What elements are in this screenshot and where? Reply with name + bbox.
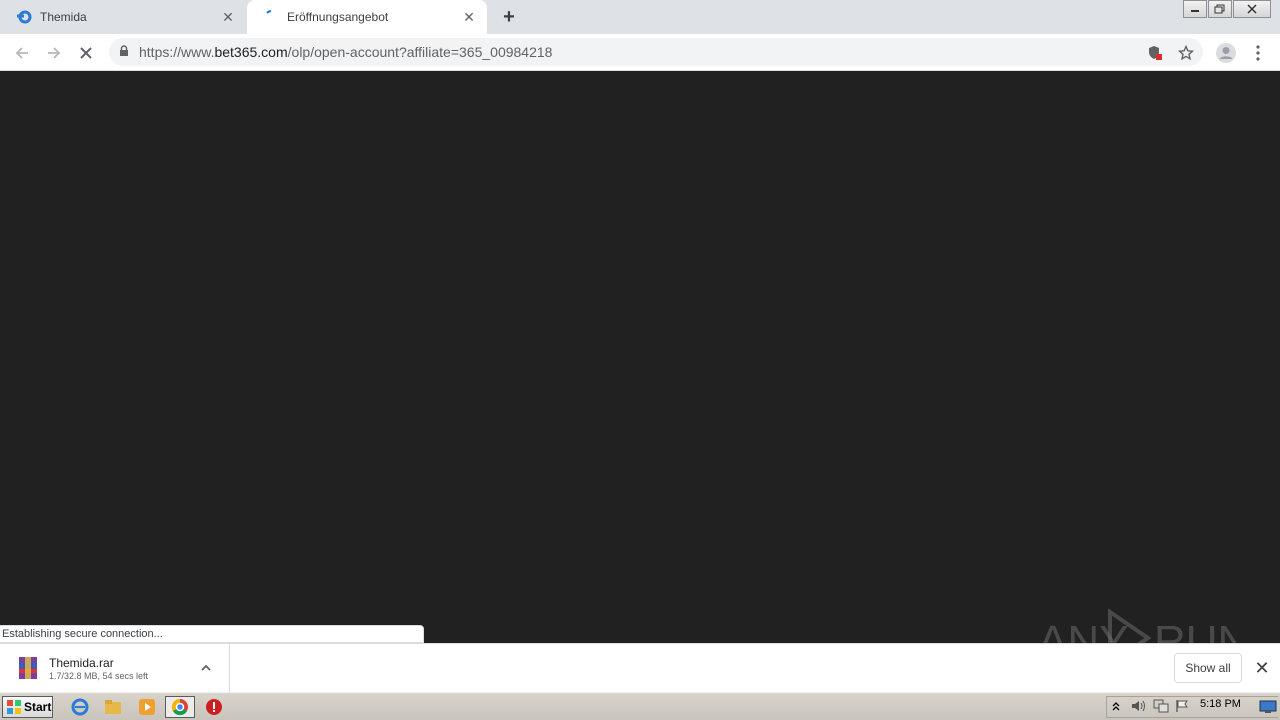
restore-icon[interactable] — [1208, 0, 1232, 18]
internet-explorer-icon[interactable] — [69, 697, 91, 717]
tab-eroeffnungsangebot[interactable]: Eröffnungsangebot ✕ — [247, 0, 487, 34]
antivirus-alert-icon[interactable] — [203, 697, 225, 717]
profile-avatar-icon[interactable] — [1213, 40, 1239, 66]
download-status: 1.7/32.8 MB, 54 secs left — [49, 670, 149, 681]
plus-icon[interactable]: + — [498, 6, 520, 28]
show-all-button[interactable]: Show all — [1174, 653, 1242, 683]
blocked-shield-icon[interactable] — [1142, 40, 1168, 66]
minimize-icon[interactable] — [1183, 0, 1207, 18]
close-icon[interactable]: ✕ — [1253, 658, 1271, 678]
network-icon[interactable] — [1153, 699, 1169, 716]
media-player-icon[interactable] — [136, 697, 158, 717]
back-arrow-icon[interactable] — [9, 40, 35, 66]
download-filename: Themida.rar — [49, 655, 114, 670]
action-center-flag-icon[interactable] — [1175, 699, 1189, 716]
close-tab-icon[interactable]: ✕ — [461, 9, 477, 25]
forward-arrow-icon[interactable] — [41, 40, 67, 66]
chevron-up-icon[interactable] — [198, 660, 214, 676]
url-text: https://www.bet365.com/olp/open-account?… — [139, 44, 553, 60]
close-tab-icon[interactable]: ✕ — [220, 9, 236, 25]
download-bar: Themida.rar 1.7/32.8 MB, 54 secs left Sh… — [0, 643, 1280, 692]
system-tray — [1106, 696, 1278, 718]
close-window-icon[interactable] — [1233, 0, 1271, 18]
stop-loading-icon[interactable] — [73, 40, 99, 66]
tab-title: Themida — [40, 10, 87, 24]
bookmark-star-icon[interactable] — [1173, 40, 1199, 66]
lock-icon[interactable] — [119, 44, 129, 60]
status-bubble: Establishing secure connection... — [0, 625, 424, 643]
windows-logo-icon — [7, 700, 21, 714]
taskbar-clock[interactable]: 5:18 PM — [1200, 698, 1241, 710]
file-explorer-icon[interactable] — [102, 697, 124, 717]
browser-toolbar: https://www.bet365.com/olp/open-account?… — [0, 34, 1280, 71]
start-button[interactable]: Start — [2, 696, 53, 718]
menu-kebab-icon[interactable] — [1245, 40, 1271, 66]
start-label: Start — [24, 700, 52, 714]
chrome-icon[interactable] — [165, 696, 195, 718]
winrar-archive-icon — [16, 655, 40, 681]
address-bar[interactable]: https://www.bet365.com/olp/open-account?… — [109, 38, 1203, 66]
speaker-icon[interactable] — [1131, 699, 1147, 716]
loading-spinner-icon — [263, 9, 279, 25]
tab-title: Eröffnungsangebot — [287, 10, 389, 24]
download-item[interactable]: Themida.rar 1.7/32.8 MB, 54 secs left — [0, 644, 230, 692]
show-desktop-icon[interactable] — [1257, 697, 1279, 717]
show-hidden-icons-icon[interactable] — [1111, 700, 1121, 715]
page-content — [0, 72, 1280, 643]
windows-taskbar: Start 5:18 PM — [0, 692, 1280, 720]
blue-swirl-icon — [16, 9, 32, 25]
tab-themida[interactable]: Themida ✕ — [0, 0, 246, 34]
browser-titlebar: Themida ✕ Eröffnungsangebot ✕ + — [0, 0, 1280, 34]
